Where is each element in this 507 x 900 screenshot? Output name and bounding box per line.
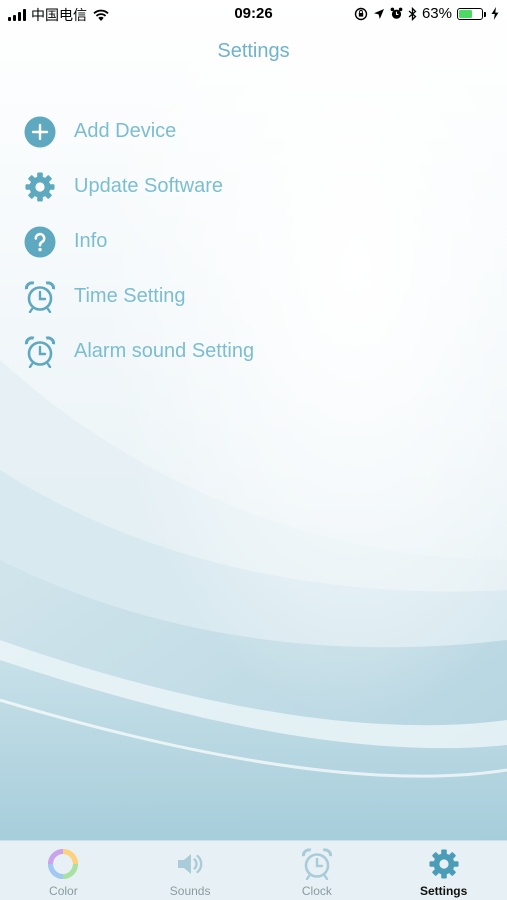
settings-item-label: Update Software xyxy=(74,175,223,197)
settings-item-label: Info xyxy=(74,230,108,252)
battery-icon xyxy=(457,7,486,20)
tab-label: Settings xyxy=(419,884,468,898)
charging-icon xyxy=(491,7,499,20)
question-circle-icon xyxy=(24,226,56,258)
tab-label: Sounds xyxy=(169,884,211,898)
tab-clock[interactable]: Clock xyxy=(254,841,381,900)
alarm-icon xyxy=(390,7,403,19)
tab-bar: Color Sounds Clock Settings xyxy=(0,840,507,900)
settings-item-label: Alarm sound Setting xyxy=(74,340,255,362)
settings-item-info[interactable]: Info xyxy=(0,214,507,269)
battery-percent: 63% xyxy=(421,5,452,22)
tab-settings[interactable]: Settings xyxy=(380,841,507,900)
plus-circle-icon xyxy=(24,116,56,148)
tab-label: Clock xyxy=(301,884,332,898)
speaker-icon xyxy=(178,854,203,874)
status-right: 63% xyxy=(354,5,499,22)
settings-item-add-device[interactable]: Add Device xyxy=(0,104,507,159)
settings-item-label: Add Device xyxy=(74,120,177,142)
gear-icon xyxy=(429,849,459,879)
settings-item-time-setting[interactable]: Time Setting xyxy=(0,269,507,324)
tab-sounds[interactable]: Sounds xyxy=(127,841,254,900)
settings-item-alarm-sound-setting[interactable]: Alarm sound Setting xyxy=(0,324,507,379)
location-icon xyxy=(373,8,384,19)
alarm-clock-icon xyxy=(24,281,56,313)
gear-icon xyxy=(25,172,55,202)
settings-list: Add Device Update Software Info Time Set… xyxy=(0,104,507,379)
status-bar: 中国电信 09:26 63% xyxy=(0,0,507,28)
rotation-lock-icon xyxy=(354,7,368,20)
tab-label: Color xyxy=(49,884,78,898)
alarm-clock-icon xyxy=(301,848,332,880)
settings-screen: 中国电信 09:26 63% Settings Add Device Updat… xyxy=(0,0,507,900)
alarm-clock-icon xyxy=(24,336,56,368)
tab-color[interactable]: Color xyxy=(0,841,127,900)
settings-item-update-software[interactable]: Update Software xyxy=(0,159,507,214)
page-title: Settings xyxy=(217,40,290,62)
bluetooth-icon xyxy=(408,6,417,21)
settings-item-label: Time Setting xyxy=(74,285,186,307)
battery-level xyxy=(459,9,472,18)
color-wheel-icon xyxy=(48,849,79,879)
